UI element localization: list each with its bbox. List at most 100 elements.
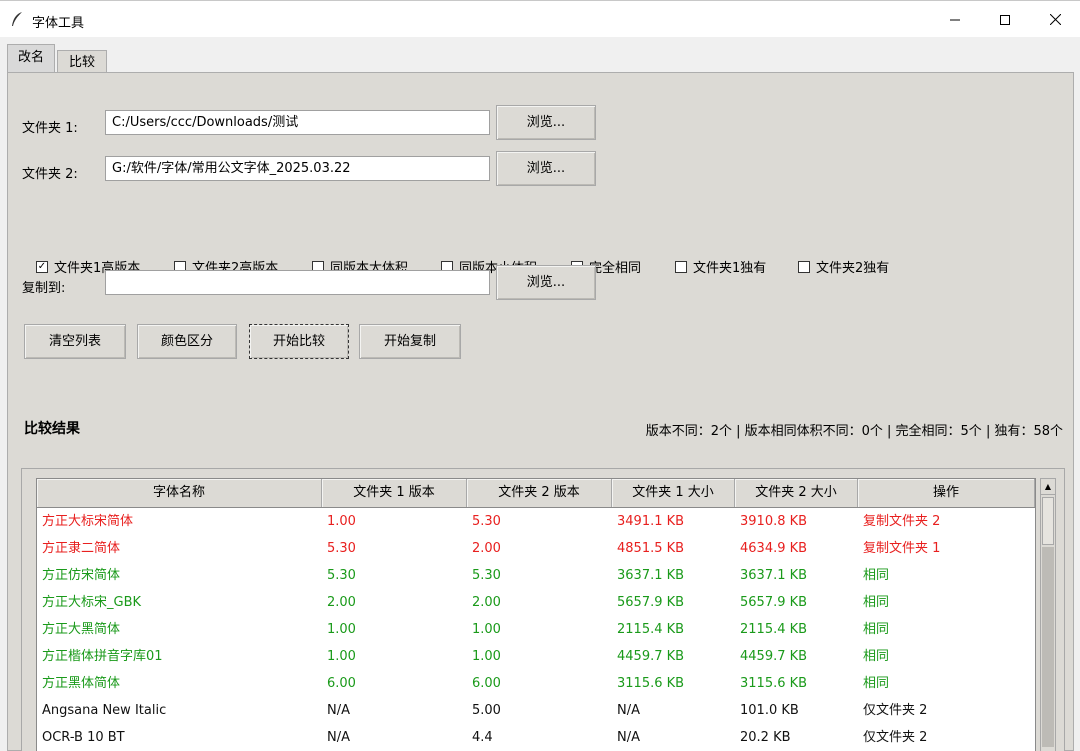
table-cell: 2.00	[327, 595, 356, 610]
scroll-up-arrow-icon[interactable]: ▲	[1041, 479, 1055, 495]
column-header[interactable]: 文件夹 1 大小	[612, 479, 735, 507]
table-cell: 方正大黑简体	[42, 622, 121, 637]
feather-icon	[10, 11, 24, 27]
start-copy-button[interactable]: 开始复制	[359, 324, 461, 359]
table-cell: 方正大标宋简体	[42, 514, 134, 529]
table-cell: 相同	[863, 568, 890, 583]
folder2-input[interactable]: G:/软件/字体/常用公文字体_2025.03.22	[105, 156, 490, 181]
table-cell: 2.00	[472, 595, 501, 610]
title-bar: 字体工具	[0, 0, 1080, 37]
table-cell: 3115.6 KB	[617, 676, 685, 691]
compare-panel: 文件夹 1: C:/Users/ccc/Downloads/测试 浏览... 文…	[7, 72, 1074, 751]
checkbox-icon[interactable]	[798, 260, 810, 273]
table-cell: 1.00	[472, 649, 501, 664]
table-cell: 6.00	[327, 676, 356, 691]
table-cell: 5657.9 KB	[617, 595, 685, 610]
checkbox-icon[interactable]	[675, 260, 687, 273]
table-cell: 复制文件夹 1	[863, 541, 941, 556]
table-row[interactable]: 方正大标宋_GBK 2.00 2.00 5657.9 KB 5657.9 KB 相同	[37, 589, 1035, 616]
filter-folder2-only[interactable]: 文件夹2独有	[798, 257, 889, 276]
filter-label: 完全相同	[589, 261, 642, 276]
table-cell: 方正隶二简体	[42, 541, 121, 556]
start-compare-button[interactable]: 开始比较	[249, 324, 349, 359]
table-cell: 5657.9 KB	[740, 595, 808, 610]
table-cell: 2115.4 KB	[740, 622, 808, 637]
table-cell: N/A	[617, 703, 640, 718]
column-header[interactable]: 文件夹 2 版本	[467, 479, 612, 507]
table-cell: 3637.1 KB	[617, 568, 685, 583]
checkbox-checked-icon[interactable]: ✓	[36, 260, 48, 273]
table-row[interactable]: 方正大黑简体 1.00 1.00 2115.4 KB 2115.4 KB 相同	[37, 616, 1035, 643]
minimize-button[interactable]	[930, 1, 980, 38]
table-cell: 仅文件夹 2	[863, 730, 928, 745]
copy-to-input[interactable]	[105, 270, 490, 295]
results-summary: 版本不同：2个 | 版本相同体积不同：0个 | 完全相同：5个 | 独有：58个	[645, 424, 1063, 439]
table-cell: OCR-B 10 BT	[42, 730, 125, 745]
folder2-label: 文件夹 2:	[22, 167, 78, 182]
maximize-button[interactable]	[980, 1, 1030, 38]
table-cell: 1.00	[327, 514, 356, 529]
table-cell: 4634.9 KB	[740, 541, 808, 556]
column-header[interactable]: 文件夹 1 版本	[322, 479, 467, 507]
filter-folder1-only[interactable]: 文件夹1独有	[675, 257, 766, 276]
table-cell: 3637.1 KB	[740, 568, 808, 583]
table-cell: N/A	[617, 730, 640, 745]
table-cell: N/A	[327, 730, 350, 745]
table-cell: 相同	[863, 676, 890, 691]
color-distinguish-button[interactable]: 颜色区分	[137, 324, 237, 359]
folder1-input[interactable]: C:/Users/ccc/Downloads/测试	[105, 110, 490, 135]
window-client: 改名 比较 文件夹 1: C:/Users/ccc/Downloads/测试 浏…	[0, 37, 1080, 751]
browse-folder1-button[interactable]: 浏览...	[496, 105, 596, 140]
filter-label: 文件夹2独有	[816, 261, 890, 276]
table-cell: 1.00	[327, 649, 356, 664]
table-cell: 方正黑体简体	[42, 676, 121, 691]
table-cell: 相同	[863, 649, 890, 664]
table-row[interactable]: 方正隶二简体 5.30 2.00 4851.5 KB 4634.9 KB 复制文件夹 1	[37, 535, 1035, 562]
filter-label: 文件夹1独有	[693, 261, 767, 276]
folder1-label: 文件夹 1:	[22, 121, 78, 136]
table-cell: 5.00	[472, 703, 501, 718]
table-row[interactable]: 方正仿宋简体 5.30 5.30 3637.1 KB 3637.1 KB 相同	[37, 562, 1035, 589]
table-cell: 4459.7 KB	[617, 649, 685, 664]
table-cell: 5.30	[472, 568, 501, 583]
table-row[interactable]: 方正大标宋简体 1.00 5.30 3491.1 KB 3910.8 KB 复制文件夹 2	[37, 508, 1035, 535]
table-cell: 3491.1 KB	[617, 514, 685, 529]
column-header[interactable]: 操作	[858, 479, 1035, 507]
table-header: 字体名称 文件夹 1 版本 文件夹 2 版本 文件夹 1 大小 文件夹 2 大小…	[37, 479, 1035, 508]
table-cell: 2.00	[472, 541, 501, 556]
table-cell: 6.00	[472, 676, 501, 691]
browse-copy-to-button[interactable]: 浏览...	[496, 265, 596, 300]
close-button[interactable]	[1030, 1, 1080, 38]
table-cell: 4851.5 KB	[617, 541, 685, 556]
table-cell: 1.00	[327, 622, 356, 637]
table-cell: 1.00	[472, 622, 501, 637]
table-row[interactable]: 方正黑体简体 6.00 6.00 3115.6 KB 3115.6 KB 相同	[37, 670, 1035, 697]
vertical-scrollbar[interactable]: ▲	[1040, 478, 1056, 751]
table-row[interactable]: OCR-B 10 BT N/A 4.4 N/A 20.2 KB 仅文件夹 2	[37, 724, 1035, 751]
table-cell: 方正楷体拼音字库01	[42, 649, 163, 664]
results-table[interactable]: 字体名称 文件夹 1 版本 文件夹 2 版本 文件夹 1 大小 文件夹 2 大小…	[36, 478, 1036, 751]
table-row[interactable]: Angsana New Italic N/A 5.00 N/A 101.0 KB 仅文件夹…	[37, 697, 1035, 724]
scroll-thumb[interactable]	[1042, 497, 1054, 545]
clear-list-button[interactable]: 清空列表	[24, 324, 126, 359]
table-cell: 相同	[863, 595, 890, 610]
table-cell: 4459.7 KB	[740, 649, 808, 664]
table-cell: 相同	[863, 622, 890, 637]
table-cell: 4.4	[472, 730, 493, 745]
column-header[interactable]: 字体名称	[37, 479, 322, 507]
table-cell: 复制文件夹 2	[863, 514, 941, 529]
table-cell: 方正仿宋简体	[42, 568, 121, 583]
browse-label: 浏览...	[526, 275, 566, 290]
results-frame: 字体名称 文件夹 1 版本 文件夹 2 版本 文件夹 1 大小 文件夹 2 大小…	[21, 468, 1065, 751]
table-cell: 3115.6 KB	[740, 676, 808, 691]
browse-folder2-button[interactable]: 浏览...	[496, 151, 596, 186]
column-header[interactable]: 文件夹 2 大小	[735, 479, 858, 507]
table-cell: 5.30	[472, 514, 501, 529]
tab-rename[interactable]: 改名	[7, 44, 55, 74]
scroll-track[interactable]	[1042, 547, 1054, 747]
results-title: 比较结果	[24, 421, 80, 437]
table-cell: Angsana New Italic	[42, 703, 167, 718]
table-cell: 仅文件夹 2	[863, 703, 928, 718]
table-cell: 2115.4 KB	[617, 622, 685, 637]
table-row[interactable]: 方正楷体拼音字库01 1.00 1.00 4459.7 KB 4459.7 KB 相同	[37, 643, 1035, 670]
